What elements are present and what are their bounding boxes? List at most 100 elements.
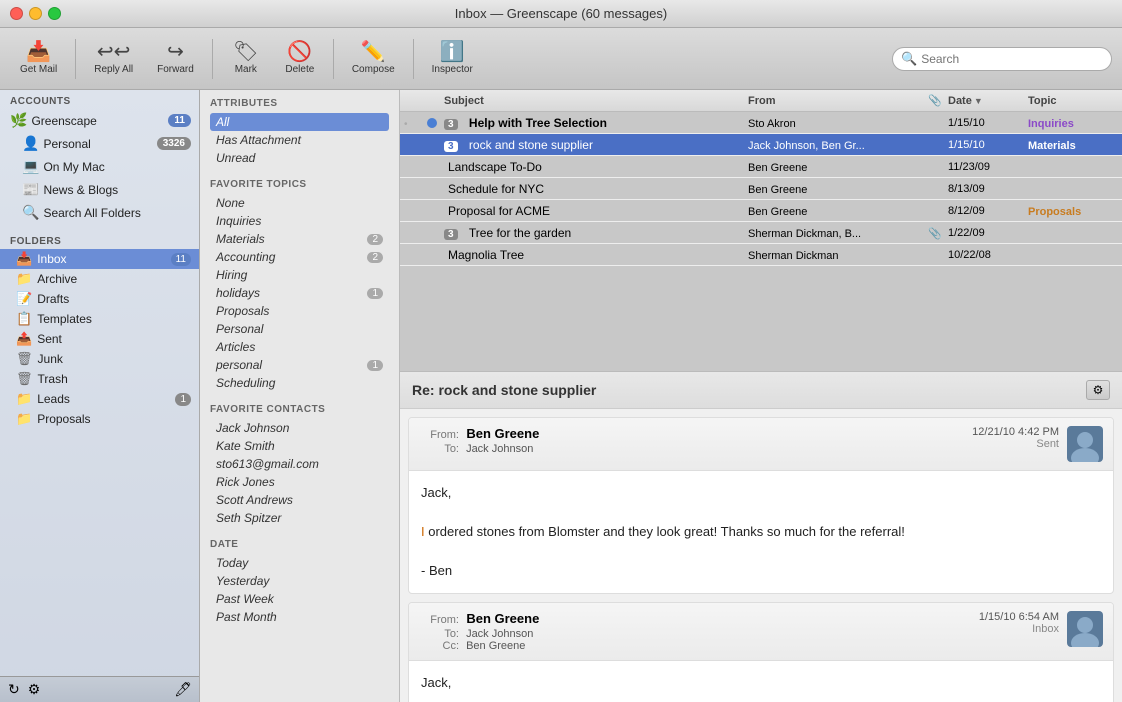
folder-leads[interactable]: 📁 Leads 1: [0, 389, 199, 409]
filter-date-past-month[interactable]: Past Month: [210, 608, 389, 626]
filter-topic-hiring[interactable]: Hiring: [210, 266, 389, 284]
folder-sent[interactable]: 📤 Sent: [0, 329, 199, 349]
junk-icon: 🗑: [16, 351, 33, 367]
search-icon: 🔍: [901, 51, 917, 67]
message-list-header: Subject From 📎 Date ▼ Topic: [400, 90, 1122, 112]
date-sort-arrow: ▼: [974, 96, 983, 106]
reply-all-icon: ↩↩: [97, 42, 131, 62]
titlebar: Inbox — Greenscape (60 messages): [0, 0, 1122, 28]
date-title: Date: [210, 539, 389, 550]
folder-archive[interactable]: 📁 Archive: [0, 269, 199, 289]
settings-icon[interactable]: ⚙: [28, 681, 41, 698]
message-row[interactable]: Schedule for NYC Ben Greene 8/13/09: [400, 178, 1122, 200]
filter-date-past-week[interactable]: Past Week: [210, 590, 389, 608]
filter-topic-proposals[interactable]: Proposals: [210, 302, 389, 320]
reply-all-button[interactable]: ↩↩ Reply All: [84, 38, 143, 79]
message-row[interactable]: Landscape To-Do Ben Greene 11/23/09: [400, 156, 1122, 178]
account-icon: 🌿: [10, 112, 27, 129]
compose-icon: ✏️: [361, 42, 386, 62]
templates-icon: 📋: [16, 311, 32, 327]
toolbar-divider-4: [413, 39, 414, 79]
email-meta-1: From: Ben Greene To: Jack Johnson: [419, 426, 972, 455]
email-meta-2: From: Ben Greene To: Jack Johnson Cc: Be…: [419, 611, 979, 652]
compose-button[interactable]: ✏️ Compose: [342, 38, 405, 79]
filter-contact-jack[interactable]: Jack Johnson: [210, 419, 389, 437]
folder-trash[interactable]: 🗑 Trash: [0, 369, 199, 389]
minimize-button[interactable]: [29, 7, 42, 20]
filter-topic-inquiries[interactable]: Inquiries: [210, 212, 389, 230]
account-greenscape[interactable]: 🌿 Greenscape 11: [0, 109, 199, 132]
col-date-header[interactable]: Date ▼: [948, 95, 1028, 107]
forward-icon: ↪: [167, 42, 184, 62]
topics-title: Favorite Topics: [210, 179, 389, 190]
delete-button[interactable]: 🚫 Delete: [275, 38, 325, 79]
col-topic-header[interactable]: Topic: [1028, 95, 1118, 107]
filter-topic-holidays[interactable]: holidays 1: [210, 284, 389, 302]
filter-topic-personal2[interactable]: personal 1: [210, 356, 389, 374]
folders-header: Folders: [0, 230, 199, 249]
message-row[interactable]: Proposal for ACME Ben Greene 8/12/09 Pro…: [400, 200, 1122, 222]
filter-has-attachment[interactable]: Has Attachment: [210, 131, 389, 149]
toolbar-divider-2: [212, 39, 213, 79]
filter-contact-scott[interactable]: Scott Andrews: [210, 491, 389, 509]
filter-all[interactable]: All: [210, 113, 389, 131]
get-mail-button[interactable]: 📥 Get Mail: [10, 38, 67, 79]
maximize-button[interactable]: [48, 7, 61, 20]
account-search-all[interactable]: 🔍 Search All Folders: [0, 201, 199, 224]
preview-gear-button[interactable]: ⚙: [1086, 380, 1110, 400]
col-subject-header[interactable]: Subject: [440, 95, 748, 107]
filter-contact-seth[interactable]: Seth Spitzer: [210, 509, 389, 527]
mark-button[interactable]: 🏷 Mark: [221, 38, 271, 79]
filter-date-today[interactable]: Today: [210, 554, 389, 572]
compose-small-icon[interactable]: 🖊: [174, 681, 192, 698]
delete-icon: 🚫: [287, 42, 312, 62]
message-row[interactable]: Magnolia Tree Sherman Dickman 10/22/08: [400, 244, 1122, 266]
account-news-blogs[interactable]: 📰 News & Blogs: [0, 178, 199, 201]
proposals-icon: 📁: [16, 411, 32, 427]
filter-topic-materials[interactable]: Materials 2: [210, 230, 389, 248]
inspector-button[interactable]: ℹ️ Inspector: [422, 38, 483, 79]
leads-icon: 📁: [16, 391, 32, 407]
trash-icon: 🗑: [16, 371, 33, 387]
account-personal[interactable]: 👤 Personal 3326: [0, 132, 199, 155]
mark-icon: 🏷: [233, 42, 258, 62]
folder-templates[interactable]: 📋 Templates: [0, 309, 199, 329]
forward-button[interactable]: ↪ Forward: [147, 38, 204, 79]
folder-drafts[interactable]: 📝 Drafts: [0, 289, 199, 309]
account-on-my-mac[interactable]: 💻 On My Mac: [0, 155, 199, 178]
filter-topic-accounting[interactable]: Accounting 2: [210, 248, 389, 266]
filter-contact-sto[interactable]: sto613@gmail.com: [210, 455, 389, 473]
message-row[interactable]: • 3 Help with Tree Selection Sto Akron 1…: [400, 112, 1122, 134]
message-row[interactable]: 3 rock and stone supplier Jack Johnson, …: [400, 134, 1122, 156]
message-row[interactable]: 3 Tree for the garden Sherman Dickman, B…: [400, 222, 1122, 244]
search-folder-icon: 🔍: [22, 204, 39, 221]
personal-icon: 👤: [22, 135, 39, 152]
col-from-header[interactable]: From: [748, 95, 928, 107]
toolbar: 📥 Get Mail ↩↩ Reply All ↪ Forward 🏷 Mark…: [0, 28, 1122, 90]
filter-topic-articles[interactable]: Articles: [210, 338, 389, 356]
avatar-1: [1067, 426, 1103, 462]
filter-contact-kate[interactable]: Kate Smith: [210, 437, 389, 455]
contacts-title: Favorite Contacts: [210, 404, 389, 415]
filter-unread[interactable]: Unread: [210, 149, 389, 167]
col-attach-header: 📎: [928, 94, 948, 107]
inspector-icon: ℹ️: [440, 42, 465, 62]
get-mail-icon: 📥: [26, 42, 51, 62]
filter-date-yesterday[interactable]: Yesterday: [210, 572, 389, 590]
filter-topic-none[interactable]: None: [210, 194, 389, 212]
rss-icon: 📰: [22, 181, 39, 198]
message-list: • 3 Help with Tree Selection Sto Akron 1…: [400, 112, 1122, 372]
filter-contact-rick[interactable]: Rick Jones: [210, 473, 389, 491]
email-card-2: From: Ben Greene To: Jack Johnson Cc: Be…: [408, 602, 1114, 702]
filter-topic-personal[interactable]: Personal: [210, 320, 389, 338]
search-input[interactable]: [921, 52, 1103, 66]
folder-proposals[interactable]: 📁 Proposals: [0, 409, 199, 429]
filter-topic-scheduling[interactable]: Scheduling: [210, 374, 389, 392]
panel-middle: Attributes All Has Attachment Unread Fav…: [200, 90, 400, 702]
preview-header: Re: rock and stone supplier ⚙: [400, 372, 1122, 409]
folder-inbox[interactable]: 📥 Inbox 11: [0, 249, 199, 269]
folder-junk[interactable]: 🗑 Junk: [0, 349, 199, 369]
activity-icon[interactable]: ↻: [8, 681, 20, 698]
toolbar-divider-3: [333, 39, 334, 79]
close-button[interactable]: [10, 7, 23, 20]
